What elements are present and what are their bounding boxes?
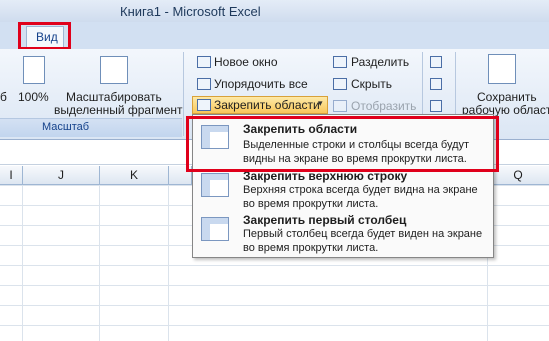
zoom-group-bar: Масштаб (0, 118, 182, 137)
split-button[interactable]: Разделить (351, 55, 409, 69)
menu-item-desc: Верхняя строка всегда будет видна на экр… (243, 184, 478, 210)
unhide-button[interactable]: Отобразить (351, 99, 416, 113)
column-header-i[interactable]: I (0, 166, 23, 184)
new-window-icon (197, 56, 211, 68)
menu-item-highlight-box (186, 116, 499, 172)
save-workspace-icon (488, 54, 516, 84)
new-window-button[interactable]: Новое окно (214, 55, 278, 69)
zoom-selection-label-1[interactable]: Масштабировать (66, 90, 162, 104)
ribbon-tab-row (0, 22, 549, 50)
column-header-k[interactable]: K (100, 166, 169, 184)
chevron-down-icon: ▾ (318, 98, 323, 108)
freeze-panes-label[interactable]: Закрепить области (214, 98, 320, 112)
grid-column-line (22, 185, 23, 341)
menu-item-title: Закрепить первый столбец (243, 213, 407, 227)
freeze-panes-icon (197, 99, 211, 111)
zoom-group-label: Масштаб (42, 121, 90, 133)
split-icon (333, 56, 347, 68)
zoom-selection-label-2[interactable]: выделенный фрагмент (54, 103, 183, 117)
tab-highlight-box (18, 22, 71, 50)
arrange-all-icon (197, 78, 211, 90)
menu-item-freeze-top-row[interactable]: Закрепить верхнюю строку Верхняя строка … (193, 167, 493, 211)
menu-item-desc: Первый столбец всегда будет виден на экр… (243, 228, 483, 254)
reset-position-icon[interactable] (430, 100, 442, 112)
zoom100-icon (23, 56, 45, 84)
hide-icon (333, 78, 347, 90)
view-side-by-side-icon[interactable] (430, 56, 442, 68)
grid-column-line (99, 185, 100, 341)
zoom-partial-label[interactable]: б (0, 90, 7, 104)
group-separator (183, 52, 184, 136)
grid-column-line (168, 185, 169, 341)
sync-scroll-icon[interactable] (430, 78, 442, 90)
arrange-all-button[interactable]: Упорядочить все (214, 77, 308, 91)
window-title: Книга1 - Microsoft Excel (120, 4, 261, 19)
freeze-top-row-icon (201, 173, 229, 197)
column-header-j[interactable]: J (23, 166, 100, 184)
zoom-selection-icon (100, 56, 128, 84)
freeze-first-column-icon (201, 217, 229, 241)
zoom100-button[interactable]: 100% (18, 90, 49, 104)
title-bar: Книга1 - Microsoft Excel (0, 0, 549, 22)
save-workspace-label-1[interactable]: Сохранить (477, 90, 537, 104)
menu-item-freeze-first-column[interactable]: Закрепить первый столбец Первый столбец … (193, 211, 493, 255)
unhide-icon (333, 100, 347, 112)
hide-button[interactable]: Скрыть (351, 77, 392, 91)
